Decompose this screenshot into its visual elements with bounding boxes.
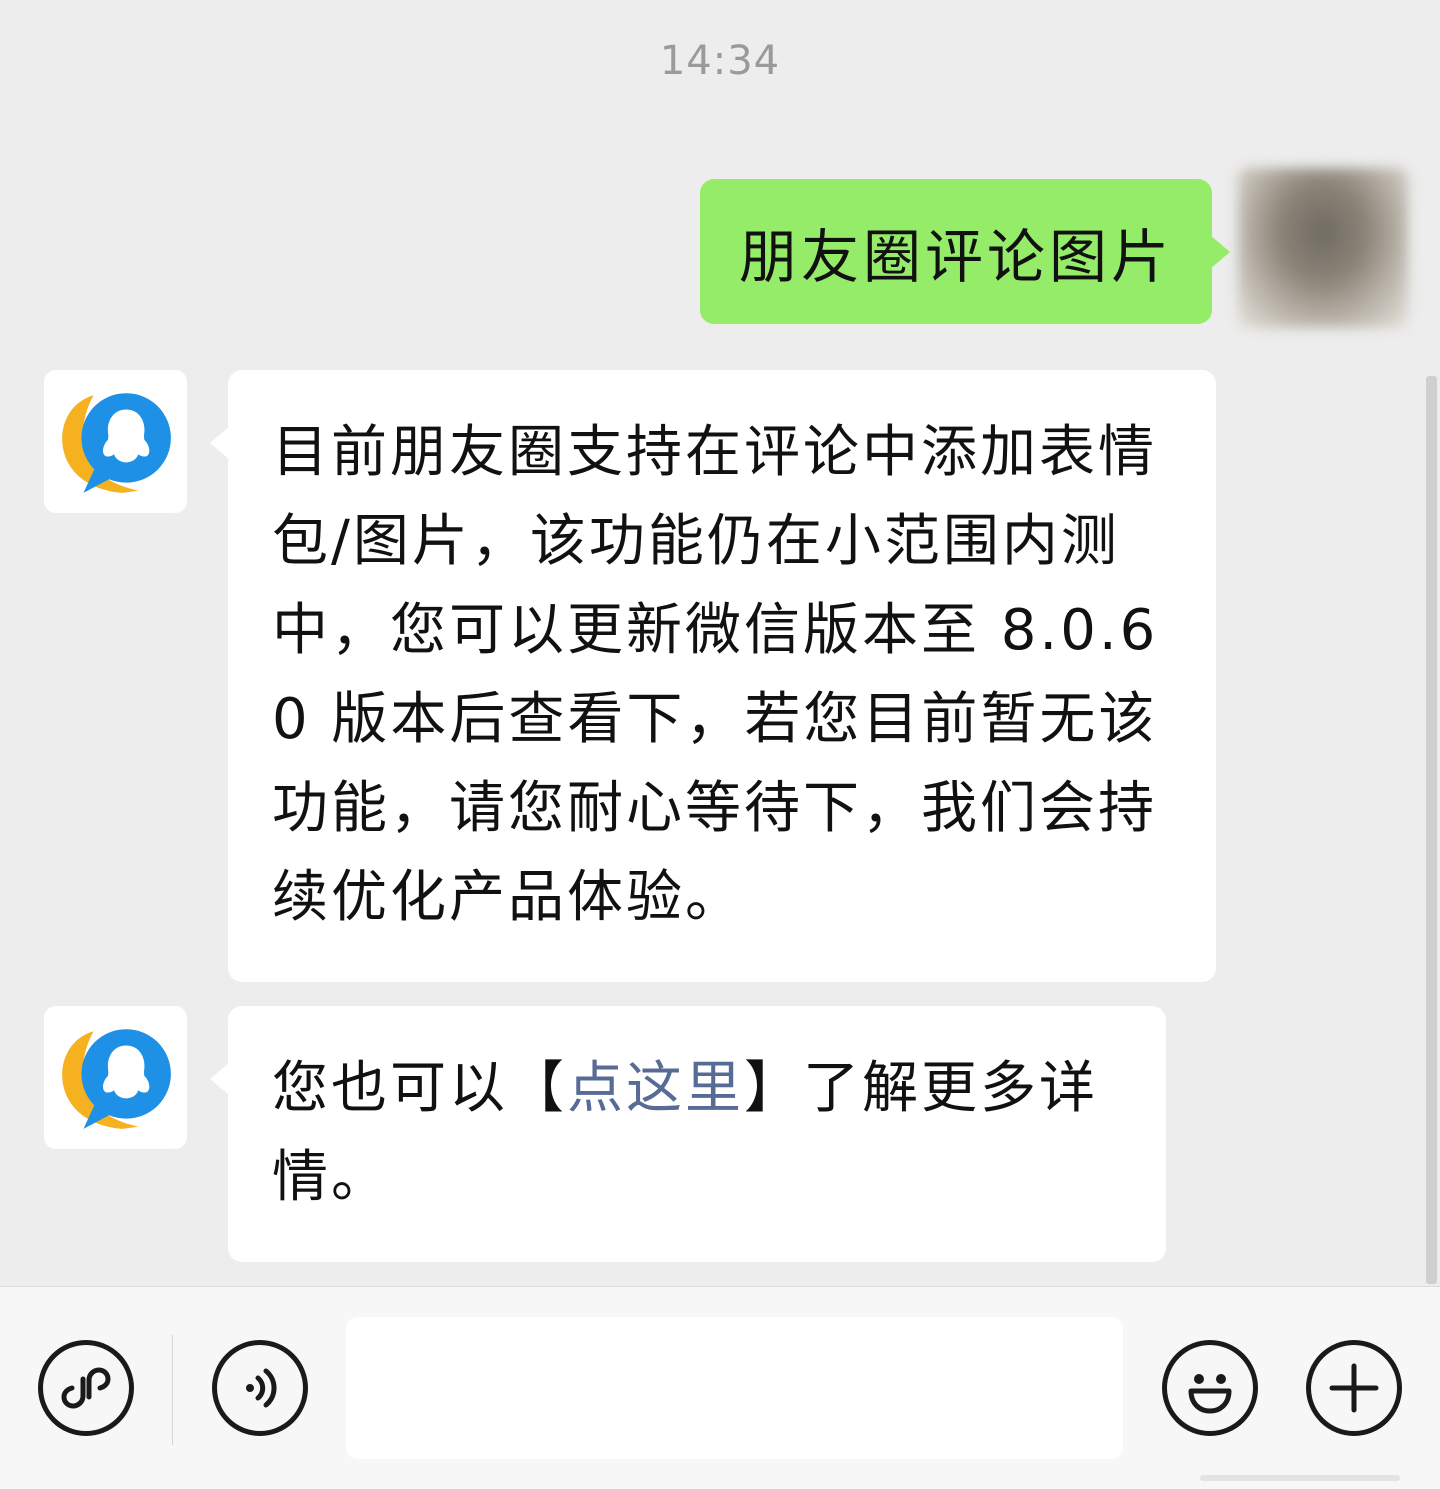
qq-penguin-icon — [61, 392, 171, 493]
voice-button[interactable] — [212, 1340, 308, 1436]
user-avatar[interactable] — [1238, 168, 1408, 328]
learn-more-link[interactable]: 点这里 — [567, 1056, 744, 1121]
more-button[interactable] — [1306, 1340, 1402, 1436]
incoming-message-text: 目前朋友圈支持在评论中添加表情包/图片，该功能仍在小范围内测中，您可以更新微信版… — [272, 420, 1159, 930]
home-indicator — [1200, 1475, 1400, 1481]
message-input[interactable] — [346, 1317, 1123, 1459]
message-text-segment: 您也可以【 — [272, 1056, 567, 1121]
incoming-message-text: 您也可以【点这里】了解更多详情。 — [272, 1044, 1124, 1222]
emoji-icon — [1188, 1374, 1232, 1414]
message-timestamp: 14:34 — [659, 38, 781, 84]
bot-avatar[interactable] — [44, 1006, 187, 1149]
input-bar — [0, 1286, 1440, 1489]
outgoing-message-text: 朋友圈评论图片 — [738, 222, 1173, 291]
toolbar-divider — [172, 1335, 173, 1445]
emoji-button[interactable] — [1162, 1340, 1258, 1436]
chat-scrollbar[interactable] — [1426, 376, 1437, 1284]
qq-penguin-icon — [61, 1028, 171, 1129]
mini-program-icon — [61, 1367, 111, 1409]
bot-avatar[interactable] — [44, 370, 187, 513]
outgoing-message-bubble[interactable]: 朋友圈评论图片 — [700, 179, 1230, 324]
incoming-message-bubble[interactable]: 目前朋友圈支持在评论中添加表情包/图片，该功能仍在小范围内测中，您可以更新微信版… — [210, 370, 1216, 982]
plus-icon — [1329, 1363, 1379, 1413]
voice-icon — [246, 1368, 277, 1408]
incoming-message-bubble[interactable]: 您也可以【点这里】了解更多详情。 — [210, 1006, 1166, 1262]
mini-program-button[interactable] — [38, 1340, 134, 1436]
